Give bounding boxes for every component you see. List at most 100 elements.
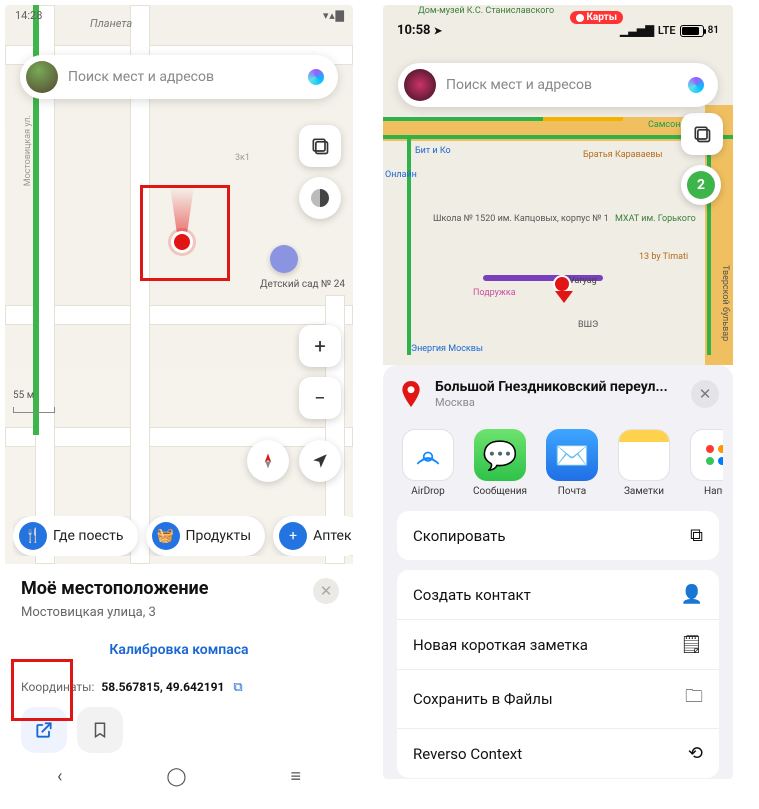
zoom-in-button[interactable]: + — [299, 325, 341, 367]
action-files[interactable]: Сохранить в Файлы🗀 — [397, 670, 719, 729]
fab-nav-row — [247, 440, 341, 482]
scale-label: 55 м — [13, 390, 34, 401]
note-icon: 🗒 — [680, 634, 703, 655]
status-time: 14:28 — [15, 9, 42, 22]
app-mail[interactable]: ✉️Почта — [543, 429, 601, 497]
highlight-box-location — [140, 185, 230, 281]
app-airdrop[interactable]: AirDrop — [399, 429, 457, 497]
map-view-right[interactable]: 10:58 ➤ ▁▃▅▇ LTE 81 Карты Дом-музей К.С.… — [383, 5, 733, 365]
fab-column-top — [299, 125, 341, 219]
mail-icon: ✉️ — [546, 429, 598, 481]
share-action-list-2: Создать контакт👤 Новая короткая заметка🗒… — [397, 570, 719, 778]
search-bar[interactable]: Поиск мест и адресов — [20, 55, 338, 99]
app-messages[interactable]: 💬Сообщения — [471, 429, 529, 497]
basket-icon: 🧺 — [152, 522, 180, 550]
voice-assistant-icon[interactable] — [680, 69, 712, 101]
layers-button[interactable] — [681, 113, 723, 155]
reminders-icon — [690, 429, 723, 481]
coords-value: 58.567815, 49.642191 — [101, 680, 224, 694]
action-reverso[interactable]: Reverso Context⟲ — [397, 729, 719, 778]
scale-bar — [13, 407, 55, 413]
action-contact[interactable]: Создать контакт👤 — [397, 570, 719, 620]
poi-mhat[interactable]: МХАТ им. Горького — [615, 215, 696, 225]
voice-assistant-icon[interactable] — [300, 61, 332, 93]
status-right-cluster: ▁▃▅▇ LTE 81 — [620, 24, 719, 37]
poi-bitiko[interactable]: Бит и Ко — [415, 147, 451, 157]
app-notes[interactable]: Заметки — [615, 429, 673, 497]
poi-karavaevy[interactable]: Братья Караваевы — [583, 151, 663, 161]
share-sheet: Большой Гнездниковский переул... Москва … — [383, 365, 733, 779]
category-chips: 🍴Где поесть 🧺Продукты +Аптек — [13, 516, 353, 556]
compass-button[interactable] — [247, 440, 289, 482]
share-apps-row: AirDrop 💬Сообщения ✉️Почта Заметки Напо — [393, 421, 723, 511]
battery-icon — [680, 25, 704, 37]
bookmark-button[interactable] — [77, 707, 123, 753]
traffic-level-button[interactable]: 2 — [681, 165, 721, 205]
chip-pharmacy[interactable]: +Аптек — [273, 516, 353, 556]
boulevard-label: Тверской бульвар — [719, 265, 729, 341]
messages-icon: 💬 — [474, 429, 526, 481]
card-address: Мостовицкая улица, 3 — [21, 605, 337, 620]
highlight-box-share — [11, 659, 73, 721]
nav-home-icon[interactable]: ◯ — [166, 766, 186, 787]
search-bar[interactable]: Поиск мест и адресов — [398, 63, 718, 107]
profile-avatar[interactable] — [404, 69, 436, 101]
bldg-3k1: 3к1 — [235, 153, 250, 163]
profile-avatar[interactable] — [26, 61, 58, 93]
status-icons: ▾ ▴ ▇ — [323, 9, 343, 22]
poi-timati[interactable]: 13 by Timati — [639, 253, 688, 263]
chip-products[interactable]: 🧺Продукты — [146, 516, 266, 556]
poi-museum[interactable]: Дом-музей К.С. Станиславского — [418, 7, 554, 17]
sheet-close-button[interactable]: ✕ — [691, 380, 719, 408]
search-placeholder: Поиск мест и адресов — [68, 69, 290, 85]
share-action-list: Скопировать⧉ — [397, 511, 719, 560]
lte-label: LTE — [658, 24, 676, 37]
card-close-button[interactable]: ✕ — [313, 578, 339, 604]
search-placeholder: Поиск мест и адресов — [446, 77, 670, 93]
card-title: Моё местоположение — [21, 578, 337, 599]
kindergarten-label: Детский сад № 24 — [260, 279, 345, 290]
poi-varyag[interactable]: Varyag — [569, 277, 597, 287]
status-time: 10:58 ➤ — [397, 23, 442, 38]
sheet-header: Большой Гнездниковский переул... Москва … — [393, 377, 723, 421]
app-reminders[interactable]: Напо — [687, 429, 723, 497]
copy-icon: ⧉ — [690, 525, 703, 546]
android-nav-bar: ‹ ◯ ≡ — [5, 755, 353, 797]
battery-value: 81 — [708, 25, 719, 36]
calibrate-compass-link[interactable]: Калибровка компаса — [21, 642, 337, 658]
kindergarten-icon[interactable] — [270, 245, 298, 273]
airdrop-icon — [402, 429, 454, 481]
fab-column: 2 — [681, 113, 723, 205]
locate-me-button[interactable] — [299, 440, 341, 482]
android-screenshot: 14:28 ▾ ▴ ▇ Планета Мостовицкая ул. 3к1 … — [5, 5, 353, 797]
action-note[interactable]: Новая короткая заметка🗒 — [397, 620, 719, 670]
poi-online[interactable]: Онлайн — [385, 171, 417, 181]
traffic-button[interactable] — [299, 177, 341, 219]
nav-back-icon[interactable]: ‹ — [57, 766, 62, 787]
fork-knife-icon: 🍴 — [19, 522, 47, 550]
sheet-title: Большой Гнездниковский переул... — [435, 379, 681, 395]
zoom-out-button[interactable]: − — [299, 377, 341, 419]
chip-eat[interactable]: 🍴Где поесть — [13, 516, 138, 556]
layers-button[interactable] — [299, 125, 341, 167]
poi-vshe[interactable]: ВШЭ — [578, 321, 598, 331]
location-pin-icon — [397, 380, 425, 408]
map-view-left[interactable]: 14:28 ▾ ▴ ▇ Планета Мостовицкая ул. 3к1 … — [5, 5, 353, 564]
status-bar-android: 14:28 ▾ ▴ ▇ — [15, 9, 343, 22]
person-icon: 👤 — [681, 584, 703, 605]
sheet-subtitle: Москва — [435, 396, 681, 409]
nav-recent-icon[interactable]: ≡ — [290, 766, 301, 787]
copy-coords-icon[interactable]: ⧉ — [233, 680, 242, 695]
status-bar-ios: 10:58 ➤ ▁▃▅▇ LTE 81 — [397, 23, 719, 38]
ios-screenshot: 10:58 ➤ ▁▃▅▇ LTE 81 Карты Дом-музей К.С.… — [383, 5, 733, 779]
action-copy[interactable]: Скопировать⧉ — [397, 511, 719, 560]
fab-zoom: + − — [299, 325, 341, 419]
poi-podruzhka[interactable]: Подружка — [473, 289, 516, 299]
street-label: Мостовицкая ул. — [23, 115, 33, 186]
location-card: ✕ Моё местоположение Мостовицкая улица, … — [5, 564, 353, 755]
poi-energy[interactable]: Энергия Москвы — [411, 345, 483, 355]
poi-school[interactable]: Школа № 1520 им. Капцовых, корпус № 1 — [433, 215, 609, 225]
signal-icon: ▁▃▅▇ — [620, 24, 654, 37]
plus-icon: + — [279, 522, 307, 550]
reverso-icon: ⟲ — [688, 743, 703, 764]
